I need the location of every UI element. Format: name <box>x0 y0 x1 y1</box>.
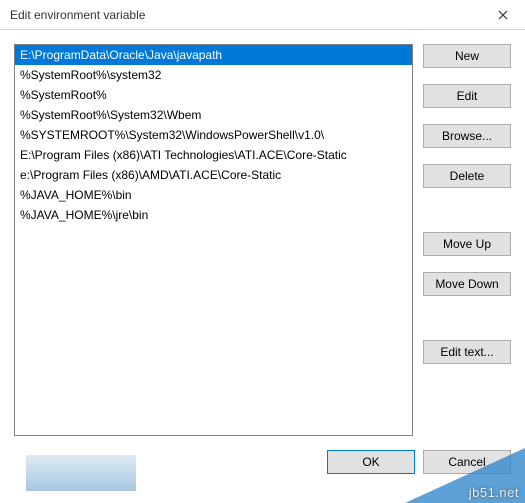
cancel-button[interactable]: Cancel <box>423 450 511 474</box>
list-item[interactable]: e:\Program Files (x86)\AMD\ATI.ACE\Core-… <box>15 165 412 185</box>
window-title: Edit environment variable <box>10 8 145 22</box>
ok-button[interactable]: OK <box>327 450 415 474</box>
new-button[interactable]: New <box>423 44 511 68</box>
button-sidebar: New Edit Browse... Delete Move Up Move D… <box>423 44 511 436</box>
browse-button[interactable]: Browse... <box>423 124 511 148</box>
list-item[interactable]: E:\ProgramData\Oracle\Java\javapath <box>15 45 412 65</box>
titlebar: Edit environment variable <box>0 0 525 30</box>
dialog-content: E:\ProgramData\Oracle\Java\javapath %Sys… <box>0 30 525 436</box>
list-item[interactable]: %SystemRoot%\System32\Wbem <box>15 105 412 125</box>
path-listbox[interactable]: E:\ProgramData\Oracle\Java\javapath %Sys… <box>14 44 413 436</box>
move-down-button[interactable]: Move Down <box>423 272 511 296</box>
list-item[interactable]: %JAVA_HOME%\jre\bin <box>15 205 412 225</box>
edit-button[interactable]: Edit <box>423 84 511 108</box>
delete-button[interactable]: Delete <box>423 164 511 188</box>
move-up-button[interactable]: Move Up <box>423 232 511 256</box>
close-button[interactable] <box>480 0 525 30</box>
list-item[interactable]: %SYSTEMROOT%\System32\WindowsPowerShell\… <box>15 125 412 145</box>
list-item[interactable]: %SystemRoot% <box>15 85 412 105</box>
edit-text-button[interactable]: Edit text... <box>423 340 511 364</box>
list-item[interactable]: %SystemRoot%\system32 <box>15 65 412 85</box>
list-item[interactable]: %JAVA_HOME%\bin <box>15 185 412 205</box>
list-item[interactable]: E:\Program Files (x86)\ATI Technologies\… <box>15 145 412 165</box>
close-icon <box>498 10 508 20</box>
redacted-block <box>26 455 136 491</box>
